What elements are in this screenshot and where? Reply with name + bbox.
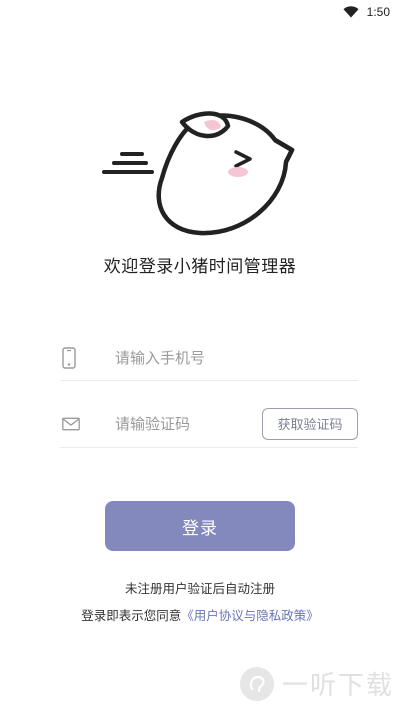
- code-field-row: 获取验证码: [60, 400, 358, 448]
- auto-register-hint: 未注册用户验证后自动注册: [124, 581, 275, 596]
- agreement-line: 登录即表示您同意《用户协议与隐私政策》: [0, 605, 400, 624]
- status-time: 1:50: [366, 5, 390, 19]
- phone-field-row: [60, 335, 358, 381]
- welcome-title: 欢迎登录小猪时间管理器: [103, 257, 297, 277]
- watermark-text: 一听下载: [281, 671, 394, 701]
- running-pig-icon: [102, 111, 295, 236]
- get-code-button[interactable]: 获取验证码: [262, 407, 358, 440]
- login-screen: 1:50 欢迎登录小猪时间管理器 获取验证码 登录: [0, 0, 400, 710]
- phone-input[interactable]: [115, 348, 265, 367]
- login-button[interactable]: 登录: [105, 501, 295, 551]
- status-bar: 1:50: [0, 0, 400, 24]
- verification-code-input[interactable]: [115, 414, 265, 433]
- watermark-logo: [239, 666, 274, 701]
- ear-logo-icon: [249, 675, 265, 692]
- watermark: 一听下载: [239, 665, 394, 702]
- agreement-prefix: 登录即表示您同意: [81, 608, 182, 623]
- wifi-icon: [343, 6, 359, 18]
- agreement-link[interactable]: 《用户协议与隐私政策》: [181, 608, 319, 623]
- mail-icon: [62, 417, 80, 430]
- phone-icon: [62, 346, 76, 369]
